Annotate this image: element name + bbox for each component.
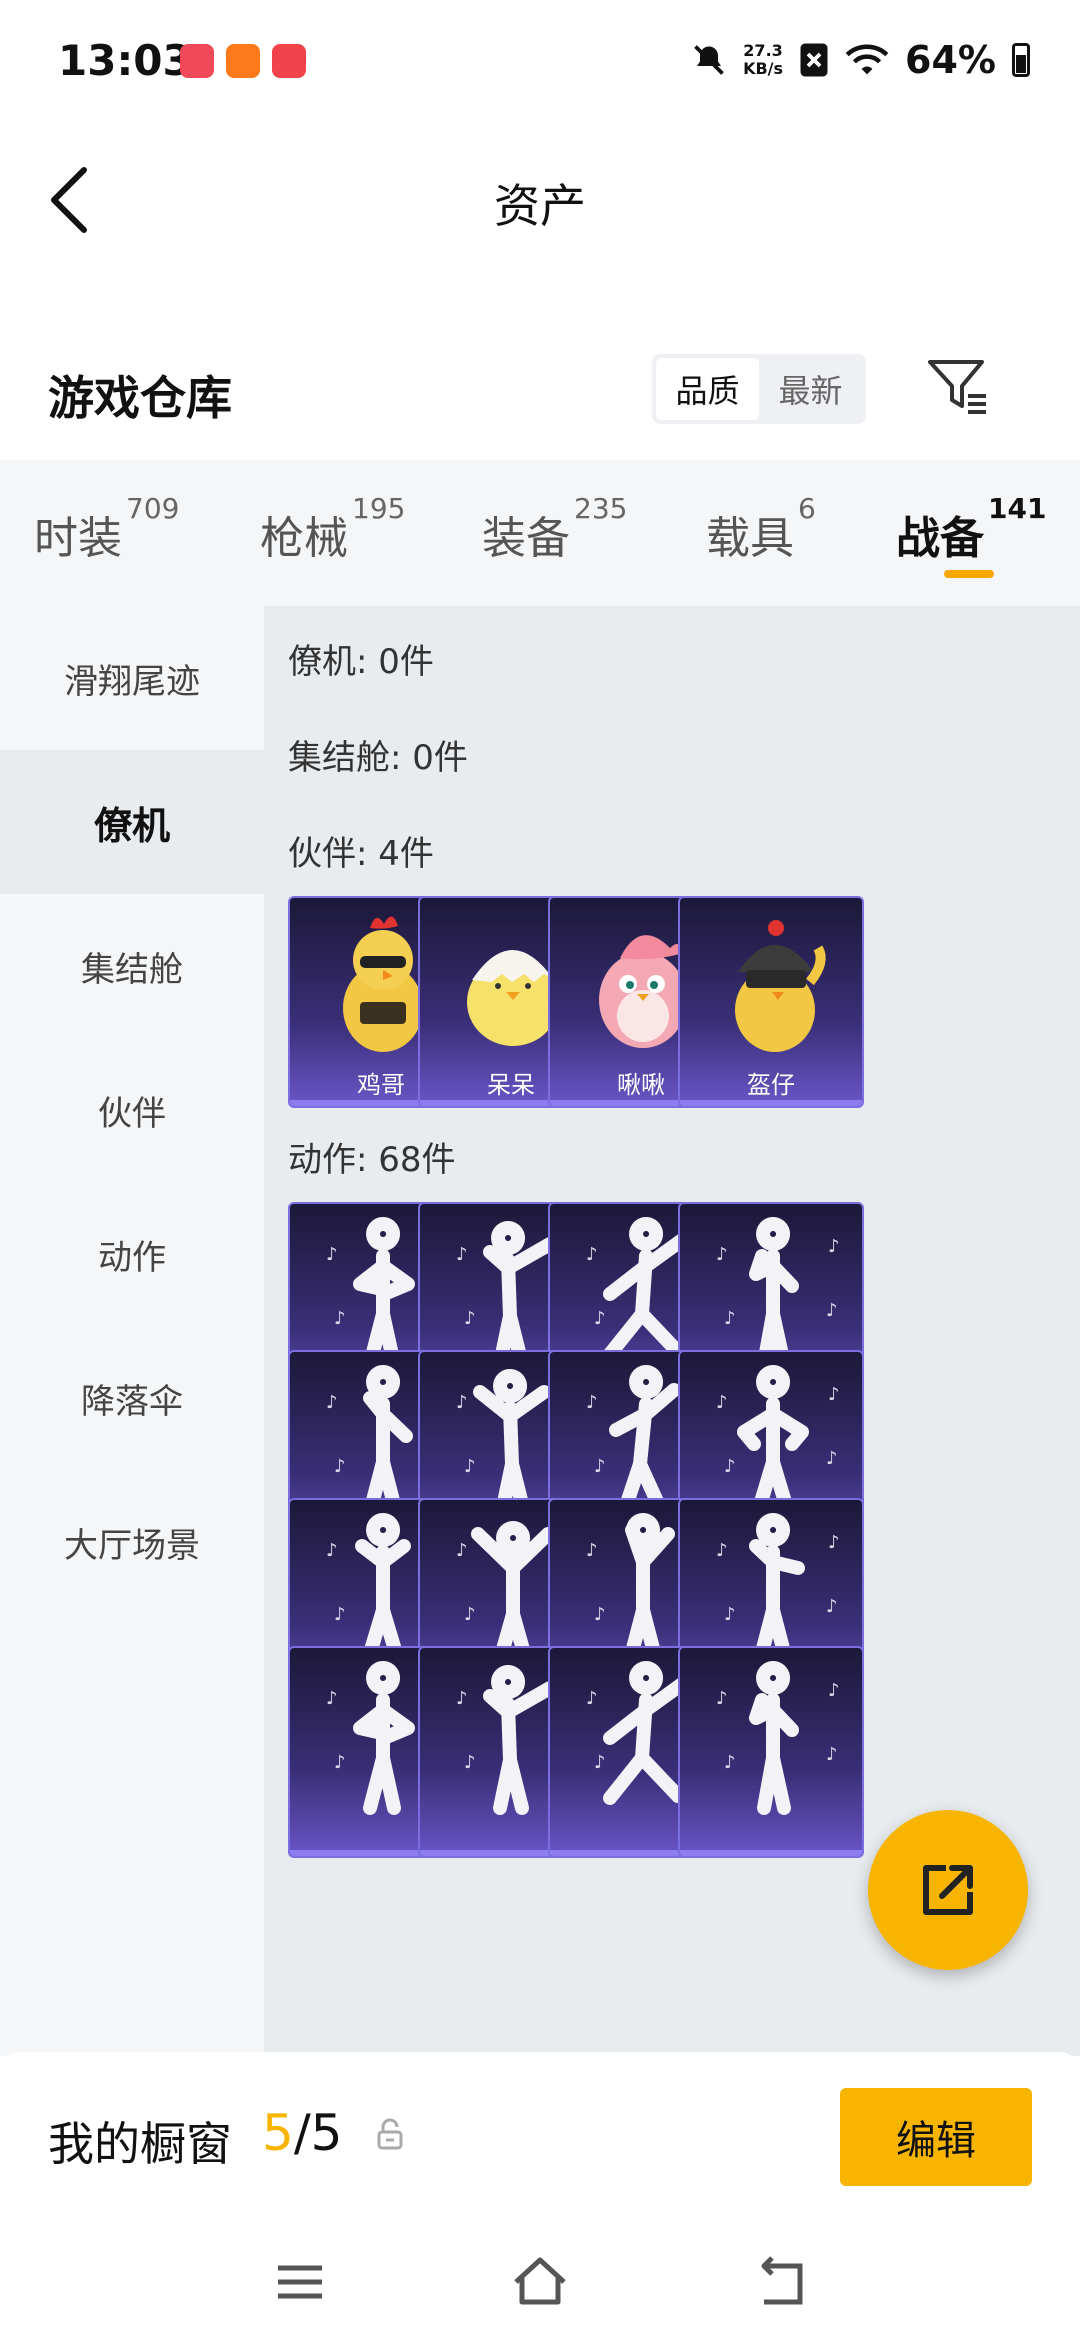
section-partners-count: 伙伴: 4件 bbox=[288, 834, 434, 874]
tab-vehicles[interactable]: 载具6 bbox=[706, 492, 816, 566]
svg-text:♪: ♪ bbox=[724, 1752, 736, 1773]
svg-text:♪: ♪ bbox=[464, 1308, 476, 1329]
filter-icon[interactable] bbox=[924, 354, 990, 420]
dance-pose-icon: ♪ ♪ ♪ ♪ bbox=[716, 1217, 840, 1371]
tab-guns[interactable]: 枪械195 bbox=[260, 492, 405, 566]
svg-text:♪: ♪ bbox=[334, 1752, 346, 1773]
svg-text:♪: ♪ bbox=[456, 1244, 468, 1265]
svg-text:♪: ♪ bbox=[586, 1540, 598, 1561]
status-time: 13:03 bbox=[58, 36, 192, 85]
svg-text:♪: ♪ bbox=[456, 1392, 468, 1413]
svg-text:♪: ♪ bbox=[456, 1688, 468, 1709]
header: 资产 bbox=[0, 140, 1080, 260]
sidebar-item-parachute[interactable]: 降落伞 bbox=[0, 1326, 264, 1470]
back-nav-icon[interactable] bbox=[750, 2252, 810, 2312]
svg-text:♪: ♪ bbox=[326, 1244, 338, 1265]
svg-text:♪: ♪ bbox=[828, 1680, 840, 1701]
net-speed: 27.3 KB/s bbox=[743, 41, 784, 78]
action-card[interactable]: ♪ ♪ ♪ ♪ bbox=[678, 1646, 864, 1858]
showcase-title: 我的橱窗 bbox=[48, 2117, 232, 2171]
svg-text:♪: ♪ bbox=[464, 1456, 476, 1477]
edit-button[interactable]: 编辑 bbox=[840, 2088, 1032, 2186]
svg-text:♪: ♪ bbox=[586, 1244, 598, 1265]
svg-text:♪: ♪ bbox=[724, 1308, 736, 1329]
sort-quality-option[interactable]: 品质 bbox=[656, 358, 759, 420]
section-pod-count: 集结舱: 0件 bbox=[288, 738, 468, 778]
wifi-icon bbox=[845, 44, 889, 75]
svg-text:♪: ♪ bbox=[326, 1392, 338, 1413]
sidebar-item-lobby-scene[interactable]: 大厅场景 bbox=[0, 1470, 264, 1614]
active-tab-indicator bbox=[944, 570, 994, 578]
warehouse-title: 游戏仓库 bbox=[48, 371, 232, 425]
dance-pose-icon: ♪ ♪ ♪ ♪ bbox=[716, 1661, 840, 1815]
showcase-bar: 我的橱窗 5/5 编辑 bbox=[0, 2052, 1080, 2222]
status-bar: 13:03 27.3 KB/s 64% bbox=[0, 0, 1080, 120]
svg-text:♪: ♪ bbox=[716, 1392, 728, 1413]
svg-text:♪: ♪ bbox=[828, 1384, 840, 1405]
menu-icon[interactable] bbox=[270, 2252, 330, 2312]
svg-text:♪: ♪ bbox=[334, 1604, 346, 1625]
sort-toggle: 品质 最新 bbox=[652, 354, 866, 424]
svg-text:♪: ♪ bbox=[724, 1456, 736, 1477]
svg-text:♪: ♪ bbox=[464, 1752, 476, 1773]
card-bar bbox=[680, 1850, 862, 1856]
svg-text:♪: ♪ bbox=[724, 1604, 736, 1625]
sidebar: 滑翔尾迹 僚机 集结舱 伙伴 动作 降落伞 大厅场景 bbox=[0, 606, 264, 2056]
system-nav-bar bbox=[0, 2222, 1080, 2344]
svg-text:♪: ♪ bbox=[826, 1300, 838, 1321]
svg-text:♪: ♪ bbox=[464, 1604, 476, 1625]
svg-text:♪: ♪ bbox=[594, 1308, 606, 1329]
svg-text:♪: ♪ bbox=[334, 1308, 346, 1329]
svg-text:♪: ♪ bbox=[456, 1540, 468, 1561]
svg-text:♪: ♪ bbox=[828, 1236, 840, 1257]
no-sim-icon bbox=[800, 43, 828, 77]
tab-fashion[interactable]: 时装709 bbox=[34, 492, 179, 566]
lock-icon bbox=[377, 2118, 403, 2150]
share-fab[interactable] bbox=[868, 1810, 1028, 1970]
huawei-store-icon bbox=[272, 44, 306, 78]
sidebar-item-wingman[interactable]: 僚机 bbox=[0, 750, 264, 894]
tab-equipment[interactable]: 装备235 bbox=[482, 492, 627, 566]
home-icon[interactable] bbox=[510, 2252, 570, 2312]
section-actions-count: 动作: 68件 bbox=[288, 1140, 456, 1180]
dance-pose-icon: ♪ ♪ ♪ ♪ bbox=[716, 1365, 840, 1519]
warehouse-row: 游戏仓库 品质 最新 bbox=[0, 340, 1080, 450]
svg-text:♪: ♪ bbox=[826, 1596, 838, 1617]
kuaishou-app-icon bbox=[226, 44, 260, 78]
chick-helmet-icon bbox=[735, 920, 826, 1052]
svg-text:♪: ♪ bbox=[594, 1456, 606, 1477]
page-title: 资产 bbox=[494, 179, 586, 233]
card-bar bbox=[680, 1100, 862, 1106]
svg-text:♪: ♪ bbox=[326, 1688, 338, 1709]
mute-bell-icon bbox=[694, 45, 724, 75]
category-tabs: 时装709 枪械195 装备235 载具6 战备141 bbox=[0, 460, 1080, 606]
tab-battle-gear[interactable]: 战备141 bbox=[896, 492, 1046, 566]
share-export-icon bbox=[923, 1865, 973, 1915]
battery-percent: 64% bbox=[905, 38, 996, 82]
svg-text:♪: ♪ bbox=[828, 1532, 840, 1553]
sidebar-item-partners[interactable]: 伙伴 bbox=[0, 1038, 264, 1182]
svg-text:♪: ♪ bbox=[334, 1456, 346, 1477]
sidebar-item-actions[interactable]: 动作 bbox=[0, 1182, 264, 1326]
partner-card[interactable]: 盔仔 bbox=[678, 896, 864, 1108]
dance-pose-icon: ♪ ♪ ♪ ♪ bbox=[716, 1513, 840, 1667]
svg-text:♪: ♪ bbox=[594, 1604, 606, 1625]
sidebar-item-glide-trail[interactable]: 滑翔尾迹 bbox=[0, 606, 264, 750]
sidebar-item-rally-pod[interactable]: 集结舱 bbox=[0, 894, 264, 1038]
svg-text:♪: ♪ bbox=[594, 1752, 606, 1773]
battery-icon bbox=[1012, 43, 1030, 77]
svg-text:♪: ♪ bbox=[826, 1744, 838, 1765]
svg-text:♪: ♪ bbox=[826, 1448, 838, 1469]
svg-text:♪: ♪ bbox=[586, 1392, 598, 1413]
svg-text:♪: ♪ bbox=[716, 1540, 728, 1561]
sort-newest-option[interactable]: 最新 bbox=[759, 358, 862, 420]
svg-text:♪: ♪ bbox=[716, 1244, 728, 1265]
svg-text:♪: ♪ bbox=[586, 1688, 598, 1709]
video-app-icon bbox=[180, 44, 214, 78]
svg-text:♪: ♪ bbox=[716, 1688, 728, 1709]
section-wingman-count: 僚机: 0件 bbox=[288, 642, 434, 682]
showcase-count: 5/5 bbox=[262, 2104, 343, 2162]
svg-text:♪: ♪ bbox=[326, 1540, 338, 1561]
